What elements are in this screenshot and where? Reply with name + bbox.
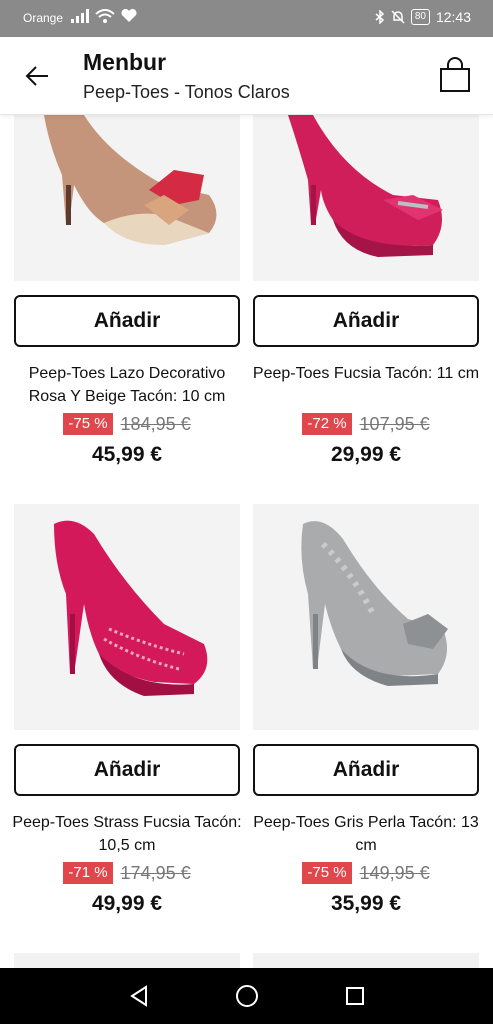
product-name: Peep-Toes Fucsia Tacón: 11 cm bbox=[252, 365, 480, 382]
back-triangle-icon[interactable] bbox=[128, 985, 150, 1007]
page-title: Menbur bbox=[83, 49, 167, 75]
shoe-image bbox=[253, 504, 479, 730]
product-image[interactable] bbox=[253, 115, 479, 281]
add-to-cart-button[interactable]: Añadir bbox=[14, 295, 240, 347]
discount-badge: -71 % bbox=[63, 862, 113, 884]
add-to-cart-button[interactable]: Añadir bbox=[14, 744, 240, 796]
cart-button[interactable] bbox=[438, 57, 472, 93]
price-row: -71 % 174,95 € bbox=[14, 862, 240, 884]
current-price: 29,99 € bbox=[330, 443, 402, 466]
price-row: -75 % 184,95 € bbox=[14, 413, 240, 435]
health-icon bbox=[121, 9, 137, 22]
battery-indicator: 80 bbox=[410, 9, 430, 25]
old-price: 149,95 € bbox=[359, 862, 430, 883]
product-grid: Añadir Peep-Toes Lazo Decorativo Rosa Y … bbox=[0, 115, 493, 968]
app-header: Menbur Peep-Toes - Tonos Claros bbox=[0, 37, 493, 115]
old-price: 107,95 € bbox=[359, 413, 430, 434]
shoe-image bbox=[14, 115, 240, 281]
current-price: 35,99 € bbox=[330, 892, 402, 915]
current-price: 49,99 € bbox=[91, 892, 163, 915]
product-image[interactable] bbox=[14, 115, 240, 281]
recents-square-icon[interactable] bbox=[345, 986, 365, 1006]
mute-bell-icon bbox=[391, 10, 405, 24]
product-name: Peep-Toes Strass Fucsia Tacón: 10,5 cm bbox=[12, 814, 242, 854]
back-button[interactable] bbox=[22, 61, 52, 91]
add-to-cart-button[interactable]: Añadir bbox=[253, 744, 479, 796]
price-row: -72 % 107,95 € bbox=[253, 413, 479, 435]
status-left-icons bbox=[71, 9, 137, 23]
bluetooth-icon bbox=[375, 10, 384, 24]
arrow-left-icon bbox=[25, 66, 48, 86]
product-name: Peep-Toes Lazo Decorativo Rosa Y Beige T… bbox=[28, 365, 226, 405]
signal-icon bbox=[71, 9, 89, 23]
price-row: -75 % 149,95 € bbox=[253, 862, 479, 884]
product-name: Peep-Toes Gris Perla Tacón: 13 cm bbox=[253, 814, 479, 854]
current-price: 45,99 € bbox=[91, 443, 163, 466]
status-right-icons: 80 12:43 bbox=[375, 9, 471, 25]
status-bar: Orange 80 12:43 bbox=[0, 0, 493, 37]
carrier-label: Orange bbox=[23, 11, 64, 25]
product-image[interactable] bbox=[253, 504, 479, 730]
shoe-image bbox=[253, 115, 479, 281]
product-image-partial[interactable] bbox=[253, 953, 479, 968]
wifi-icon bbox=[95, 9, 115, 23]
shoe-image bbox=[14, 504, 240, 730]
discount-badge: -75 % bbox=[63, 413, 113, 435]
product-image[interactable] bbox=[14, 504, 240, 730]
add-to-cart-button[interactable]: Añadir bbox=[253, 295, 479, 347]
clock: 12:43 bbox=[435, 9, 471, 25]
system-nav-bar bbox=[0, 968, 493, 1024]
discount-badge: -75 % bbox=[302, 862, 352, 884]
home-circle-icon[interactable] bbox=[235, 984, 259, 1008]
old-price: 174,95 € bbox=[120, 862, 191, 883]
shopping-bag-icon bbox=[440, 57, 470, 92]
old-price: 184,95 € bbox=[120, 413, 191, 434]
discount-badge: -72 % bbox=[302, 413, 352, 435]
product-image-partial[interactable] bbox=[14, 953, 240, 968]
page-subtitle: Peep-Toes - Tonos Claros bbox=[83, 82, 290, 102]
